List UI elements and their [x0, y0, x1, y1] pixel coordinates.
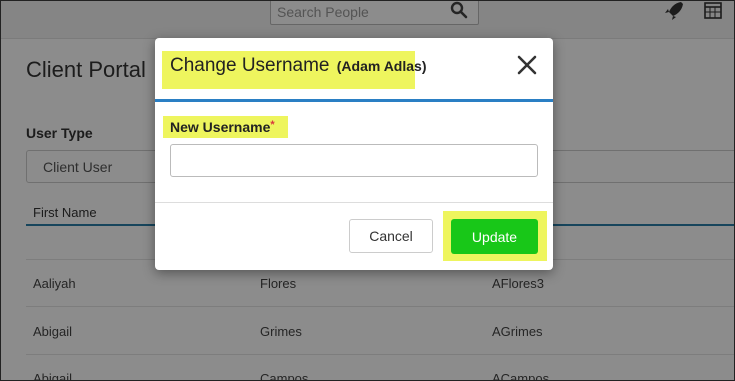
- new-username-label: New Username*: [170, 119, 275, 135]
- update-button[interactable]: Update: [451, 219, 538, 254]
- new-username-input[interactable]: [170, 144, 538, 177]
- modal-subtitle: (Adam Adlas): [336, 58, 427, 74]
- required-indicator: *: [270, 119, 275, 131]
- modal-footer: Cancel Update: [155, 202, 553, 271]
- modal-title: Change Username (Adam Adlas): [170, 55, 426, 77]
- modal-title-text: Change Username: [170, 55, 330, 76]
- screenshot-frame: Client Portal User Type Client User Firs…: [0, 0, 735, 381]
- modal-header: Change Username (Adam Adlas): [155, 38, 553, 102]
- close-icon[interactable]: [514, 52, 540, 78]
- cancel-button[interactable]: Cancel: [349, 219, 433, 253]
- new-username-label-text: New Username: [170, 119, 271, 135]
- change-username-modal: Change Username (Adam Adlas) New Usernam…: [155, 38, 553, 270]
